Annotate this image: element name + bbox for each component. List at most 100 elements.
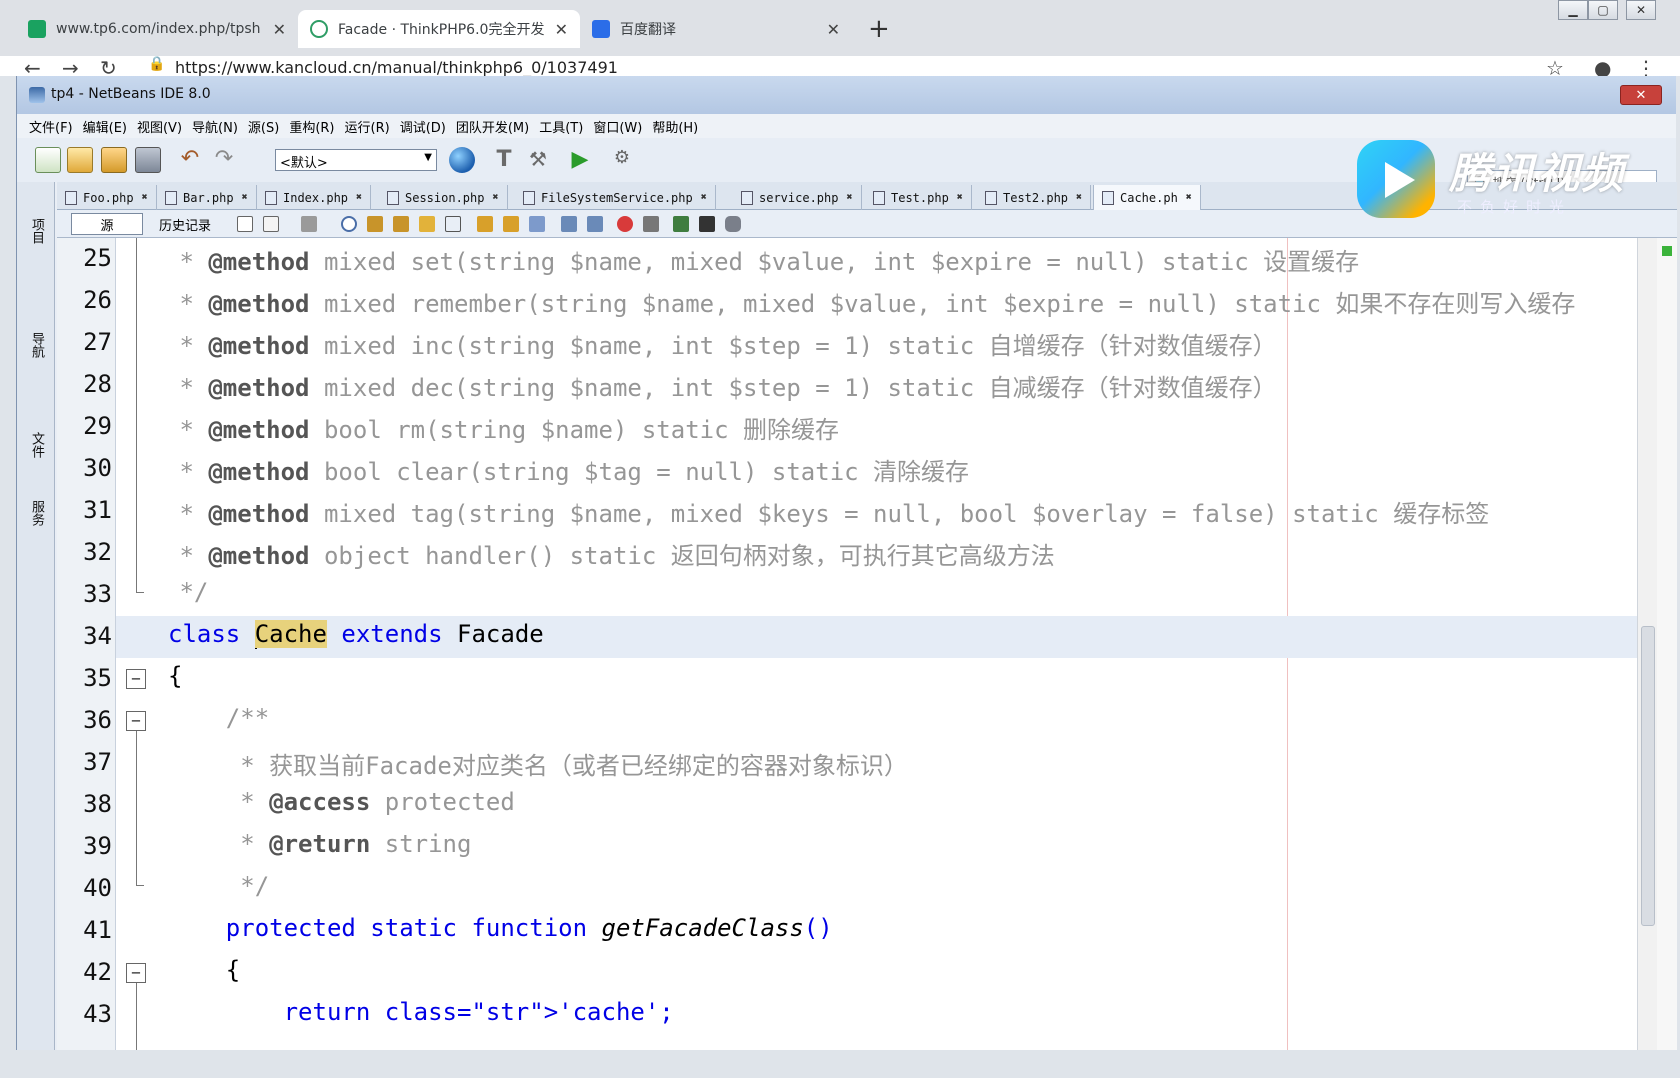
- save-all-icon[interactable]: [135, 147, 161, 173]
- toggle-highlight-icon[interactable]: [419, 216, 435, 232]
- menu-debug[interactable]: 调试(D): [400, 117, 446, 136]
- tab-session-php[interactable]: Session.php ✖: [379, 185, 508, 210]
- toggle-bookmark-list-icon[interactable]: [529, 216, 545, 232]
- reload-icon[interactable]: ↻: [100, 56, 117, 76]
- build-hammer-icon[interactable]: T: [491, 147, 517, 173]
- close-icon[interactable]: ✖: [701, 192, 707, 203]
- maximize-icon[interactable]: ▢: [1588, 0, 1618, 20]
- new-file-icon[interactable]: [35, 147, 61, 173]
- close-icon[interactable]: ✕: [273, 20, 286, 39]
- next-bookmark-icon[interactable]: [503, 216, 519, 232]
- find-next-icon[interactable]: [393, 216, 409, 232]
- code-line-27[interactable]: * @method mixed inc(string $name, int $s…: [57, 322, 1637, 364]
- code-line-34[interactable]: class Cache extends Facade: [57, 616, 1637, 658]
- comment-icon[interactable]: [673, 216, 689, 232]
- close-icon[interactable]: ✖: [1076, 192, 1082, 203]
- previous-bookmark-icon[interactable]: [477, 216, 493, 232]
- close-button[interactable]: ✕: [1620, 85, 1662, 105]
- code-line-28[interactable]: * @method mixed dec(string $name, int $s…: [57, 364, 1637, 406]
- debug-project-icon[interactable]: ⚙: [609, 147, 635, 173]
- database-icon[interactable]: [725, 216, 741, 232]
- code-line-41[interactable]: protected static function getFacadeClass…: [57, 910, 1637, 952]
- tab-service-php[interactable]: service.php ✖: [733, 185, 862, 210]
- back-arrow-icon[interactable]: ←: [24, 56, 41, 76]
- menu-help[interactable]: 帮助(H): [652, 117, 698, 136]
- close-icon[interactable]: ✖: [492, 192, 498, 203]
- tab-source[interactable]: 源: [71, 213, 143, 235]
- toggle-bookmark-icon[interactable]: [445, 216, 461, 232]
- configuration-select[interactable]: <默认> ▼: [275, 149, 437, 171]
- code-line-29[interactable]: * @method bool rm(string $name) static 删…: [57, 406, 1637, 448]
- close-icon[interactable]: ✖: [846, 192, 852, 203]
- close-icon[interactable]: ✖: [242, 192, 248, 203]
- code-line-32[interactable]: * @method object handler() static 返回句柄对象…: [57, 532, 1637, 574]
- clean-build-icon[interactable]: ⚒: [525, 147, 551, 173]
- fold-collapse-icon[interactable]: −: [126, 711, 146, 731]
- code-line-25[interactable]: * @method mixed set(string $name, mixed …: [57, 238, 1637, 280]
- menu-run[interactable]: 运行(R): [345, 117, 390, 136]
- code-line-40[interactable]: */: [57, 868, 1637, 910]
- profile-icon[interactable]: ●: [1594, 56, 1611, 76]
- tab-test2-php[interactable]: Test2.php ✖: [977, 185, 1092, 210]
- tab-index-php[interactable]: Index.php ✖: [257, 185, 372, 210]
- code-line-36[interactable]: /**: [57, 700, 1637, 742]
- close-icon[interactable]: ✖: [142, 192, 148, 203]
- code-line-31[interactable]: * @method mixed tag(string $name, mixed …: [57, 490, 1637, 532]
- code-line-39[interactable]: * @return string: [57, 826, 1637, 868]
- close-icon[interactable]: ✖: [356, 192, 362, 203]
- shift-left-icon[interactable]: [561, 216, 577, 232]
- browser-tab-tp6[interactable]: www.tp6.com/index.php/tpsh ✕: [16, 10, 298, 48]
- stop-macro-icon[interactable]: [643, 216, 659, 232]
- code-line-38[interactable]: * @access protected: [57, 784, 1637, 826]
- scrollbar-thumb[interactable]: [1641, 626, 1655, 926]
- close-icon[interactable]: ✖: [957, 192, 963, 203]
- undo-icon[interactable]: ↶: [177, 147, 203, 173]
- sidebar-item-services[interactable]: 服务: [26, 500, 46, 526]
- menu-refactor[interactable]: 重构(R): [289, 117, 334, 136]
- minimize-icon[interactable]: ▁: [1558, 0, 1588, 20]
- close-icon[interactable]: ✕: [827, 20, 840, 39]
- uncomment-icon[interactable]: [699, 216, 715, 232]
- menu-tools[interactable]: 工具(T): [539, 117, 583, 136]
- menu-team[interactable]: 团队开发(M): [456, 117, 529, 136]
- sidebar-item-navigator[interactable]: 导航: [26, 332, 46, 358]
- sidebar-item-files[interactable]: 文件: [26, 432, 46, 458]
- menu-edit[interactable]: 编辑(E): [83, 117, 127, 136]
- close-icon[interactable]: ✕: [555, 20, 568, 39]
- code-editor[interactable]: * @method mixed set(string $name, mixed …: [57, 238, 1637, 1050]
- browser-tab-baidu-translate[interactable]: 百度翻译 ✕: [580, 10, 852, 48]
- code-line-42[interactable]: {: [57, 952, 1637, 994]
- menu-source[interactable]: 源(S): [248, 117, 279, 136]
- last-edit-icon[interactable]: [237, 216, 253, 232]
- code-line-35[interactable]: {: [57, 658, 1637, 700]
- menu-navigate[interactable]: 导航(N): [192, 117, 238, 136]
- tab-test-php[interactable]: Test.php ✖: [865, 185, 972, 210]
- find-previous-icon[interactable]: [367, 216, 383, 232]
- browser-tab-facade[interactable]: Facade · ThinkPHP6.0完全开发 ✕: [298, 10, 580, 48]
- menu-view[interactable]: 视图(V): [137, 117, 182, 136]
- tab-history[interactable]: 历史记录: [145, 213, 225, 235]
- shift-right-icon[interactable]: [587, 216, 603, 232]
- forward-arrow-icon[interactable]: →: [62, 56, 79, 76]
- code-line-37[interactable]: * 获取当前Facade对应类名（或者已经绑定的容器对象标识）: [57, 742, 1637, 784]
- fold-collapse-icon[interactable]: −: [126, 963, 146, 983]
- start-macro-icon[interactable]: [617, 216, 633, 232]
- back-icon[interactable]: [263, 216, 279, 232]
- menu-window[interactable]: 窗口(W): [593, 117, 642, 136]
- open-project-icon[interactable]: [101, 147, 127, 173]
- tab-foo-php[interactable]: Foo.php ✖: [57, 185, 157, 210]
- code-line-26[interactable]: * @method mixed remember(string $name, m…: [57, 280, 1637, 322]
- fold-collapse-icon[interactable]: −: [126, 669, 146, 689]
- close-icon[interactable]: ✖: [1186, 192, 1192, 203]
- new-project-icon[interactable]: [67, 147, 93, 173]
- run-in-browser-globe-icon[interactable]: [449, 147, 475, 173]
- sidebar-item-projects[interactable]: 项目: [26, 218, 46, 244]
- bookmark-star-icon[interactable]: ☆: [1546, 56, 1564, 76]
- find-icon[interactable]: [341, 216, 357, 232]
- run-project-icon[interactable]: ▶: [567, 147, 593, 173]
- tab-bar-php[interactable]: Bar.php ✖: [157, 185, 257, 210]
- menu-file[interactable]: 文件(F): [29, 117, 73, 136]
- forward-icon[interactable]: [301, 216, 317, 232]
- tab-filesystemservice-php[interactable]: FileSystemService.php ✖: [515, 185, 716, 210]
- vertical-scrollbar[interactable]: [1637, 238, 1657, 1050]
